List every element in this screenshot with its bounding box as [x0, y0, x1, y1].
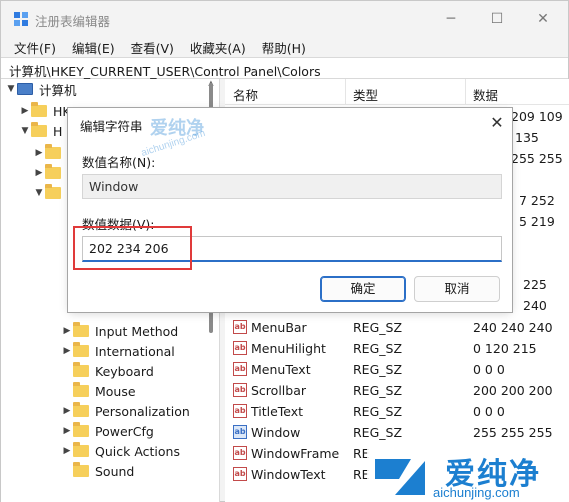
maximize-icon: ☐ — [490, 11, 504, 27]
folder-icon — [73, 362, 89, 377]
registry-editor-window: 注册表编辑器 ─ ☐ ✕ 文件(F) 编辑(E) 查看(V) 收藏夹(A) 帮助… — [0, 0, 569, 502]
column-name-header[interactable]: 名称 — [233, 85, 258, 104]
folder-icon — [73, 382, 89, 397]
tree-item-input-method[interactable]: ▶ Input Method — [61, 321, 178, 341]
collapse-arrow-icon[interactable]: ▶ — [61, 346, 73, 356]
edit-string-dialog: 编辑字符串 ✕ 爱纯净 aichunjing.com 数值名称(N): Wind… — [67, 107, 513, 313]
tree-label: Sound — [95, 463, 135, 479]
tree-item-control-panel[interactable]: ▼ — [33, 183, 67, 203]
list-item[interactable]: ab MenuBar REG_SZ 240 240 240 — [225, 317, 569, 338]
minimize-button[interactable]: ─ — [429, 5, 473, 33]
folder-icon — [31, 102, 47, 117]
registry-app-icon — [14, 12, 28, 26]
cancel-button[interactable]: 取消 — [414, 276, 500, 302]
computer-icon — [17, 83, 33, 95]
collapse-arrow-icon[interactable]: ▶ — [61, 326, 73, 336]
string-value-icon: ab — [233, 425, 247, 439]
string-value-icon: ab — [233, 467, 247, 481]
tree-item-personalization[interactable]: ▶ Personalization — [61, 401, 190, 421]
folder-icon — [73, 462, 89, 477]
menu-view[interactable]: 查看(V) — [126, 35, 179, 57]
tree-item-powercfg[interactable]: ▶ PowerCfg — [61, 421, 154, 441]
folder-icon — [73, 322, 89, 337]
expand-arrow-icon[interactable]: ▼ — [19, 126, 31, 136]
folder-icon — [73, 342, 89, 357]
partial-data-value: 7 252 — [519, 193, 555, 208]
tree-label: International — [95, 343, 175, 359]
string-value-icon: ab — [233, 320, 247, 334]
title-bar: 注册表编辑器 ─ ☐ ✕ — [1, 1, 568, 35]
address-bar[interactable]: 计算机\HKEY_CURRENT_USER\Control Panel\Colo… — [1, 57, 568, 79]
ok-button[interactable]: 确定 — [320, 276, 406, 302]
tree-item-keyboard[interactable]: Keyboard — [61, 361, 154, 381]
list-item[interactable]: ab Scrollbar REG_SZ 200 200 200 — [225, 380, 569, 401]
folder-icon — [73, 422, 89, 437]
tree-root-computer[interactable]: ▼ 计算机 — [5, 79, 77, 99]
partial-data-value: 5 219 — [519, 214, 555, 229]
tree-label: Keyboard — [95, 363, 154, 379]
string-value-icon: ab — [233, 362, 247, 376]
column-data-header[interactable]: 数据 — [473, 85, 498, 104]
tree-item-quick-actions[interactable]: ▶ Quick Actions — [61, 441, 180, 461]
tree-label: H — [53, 123, 63, 139]
partial-data-value: 225 — [523, 277, 547, 292]
tree-label: Personalization — [95, 403, 190, 419]
collapse-arrow-icon[interactable]: ▶ — [61, 406, 73, 416]
list-item[interactable]: ab MenuHilight REG_SZ 0 120 215 — [225, 338, 569, 359]
close-icon: ✕ — [490, 113, 504, 132]
value-name-field: Window — [82, 174, 502, 199]
string-value-icon: ab — [233, 446, 247, 460]
watermark-badge: 爱纯净 aichunjing.com — [367, 447, 569, 502]
string-value-icon: ab — [233, 341, 247, 355]
tree-label: Mouse — [95, 383, 136, 399]
tree-item-partial[interactable]: ▶ — [33, 143, 67, 163]
expand-arrow-icon[interactable]: ▼ — [5, 84, 17, 94]
column-type-header[interactable]: 类型 — [353, 85, 378, 104]
collapse-arrow-icon[interactable]: ▶ — [61, 426, 73, 436]
partial-data-value: 240 — [523, 298, 547, 313]
close-window-button[interactable]: ✕ — [521, 5, 565, 33]
watermark-logo-icon — [375, 459, 425, 495]
list-item[interactable]: ab MenuText REG_SZ 0 0 0 — [225, 359, 569, 380]
folder-icon — [73, 402, 89, 417]
tree-label: PowerCfg — [95, 423, 154, 439]
watermark-url: aichunjing.com — [433, 485, 520, 500]
dialog-close-button[interactable]: ✕ — [486, 112, 508, 134]
annotation-highlight-box — [73, 226, 192, 270]
collapse-arrow-icon[interactable]: ▶ — [61, 446, 73, 456]
menu-bar: 文件(F) 编辑(E) 查看(V) 收藏夹(A) 帮助(H) — [1, 35, 568, 57]
folder-icon — [73, 442, 89, 457]
maximize-button[interactable]: ☐ — [475, 5, 519, 33]
tree-item-partial[interactable]: ▶ — [33, 163, 67, 183]
value-name-label: 数值名称(N): — [82, 155, 156, 170]
tree-label: 计算机 — [39, 82, 77, 98]
partial-data-value: 135 — [515, 130, 539, 145]
dialog-title: 编辑字符串 — [80, 119, 143, 134]
menu-edit[interactable]: 编辑(E) — [67, 35, 120, 57]
tree-item-hkcu[interactable]: ▼ H — [19, 121, 62, 141]
list-item[interactable]: ab TitleText REG_SZ 0 0 0 — [225, 401, 569, 422]
menu-favorites[interactable]: 收藏夹(A) — [185, 35, 251, 57]
tree-item-sound[interactable]: Sound — [61, 461, 134, 481]
partial-data-value: 255 255 — [511, 151, 563, 166]
string-value-icon: ab — [233, 383, 247, 397]
tree-item-international[interactable]: ▶ International — [61, 341, 175, 361]
window-title: 注册表编辑器 — [35, 14, 111, 29]
collapse-arrow-icon[interactable]: ▶ — [19, 106, 31, 116]
folder-icon — [45, 144, 61, 159]
partial-data-value: 209 109 — [511, 109, 563, 124]
folder-icon — [45, 184, 61, 199]
tree-label: Input Method — [95, 323, 179, 339]
string-value-icon: ab — [233, 404, 247, 418]
menu-help[interactable]: 帮助(H) — [257, 35, 311, 57]
list-item-window-selected[interactable]: ab Window REG_SZ 255 255 255 — [225, 422, 569, 443]
folder-icon — [31, 122, 47, 137]
menu-file[interactable]: 文件(F) — [9, 35, 61, 57]
list-header: 名称 类型 数据 — [225, 79, 569, 105]
minimize-icon: ─ — [446, 11, 456, 27]
close-icon: ✕ — [537, 11, 549, 27]
tree-label: Quick Actions — [95, 443, 180, 459]
folder-icon — [45, 164, 61, 179]
tree-item-mouse[interactable]: Mouse — [61, 381, 136, 401]
